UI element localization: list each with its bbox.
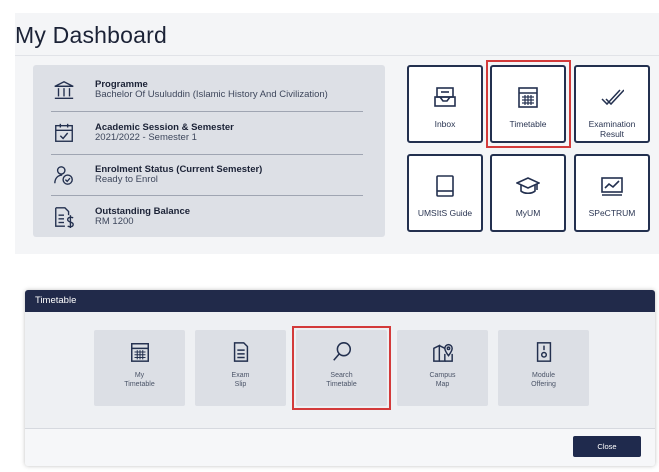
tile-label: UMSItS Guide bbox=[417, 208, 473, 218]
divider bbox=[51, 195, 363, 196]
modal-header: Timetable bbox=[25, 290, 655, 312]
tile-myum[interactable]: MyUM bbox=[490, 154, 566, 232]
info-value: 2021/2022 - Semester 1 bbox=[95, 132, 197, 143]
tile-label: Module Offering bbox=[531, 372, 556, 388]
module-icon bbox=[536, 342, 551, 362]
book-icon bbox=[436, 175, 454, 197]
invoice-dollar-icon bbox=[55, 207, 74, 228]
tile-exam-slip[interactable]: Exam Slip bbox=[195, 330, 286, 406]
divider bbox=[15, 55, 659, 56]
tile-examination-result[interactable]: Examination Result bbox=[574, 65, 650, 143]
checkmark-icon bbox=[601, 89, 624, 106]
chart-monitor-icon bbox=[601, 177, 623, 196]
info-value: RM 1200 bbox=[95, 216, 134, 227]
student-info-card: Programme Bachelor Of Usuluddin (Islamic… bbox=[33, 65, 385, 237]
tile-label: Campus Map bbox=[429, 372, 456, 388]
search-icon bbox=[332, 342, 351, 361]
info-enrolment-status: Enrolment Status (Current Semester) Read… bbox=[53, 162, 363, 198]
tile-search-timetable[interactable]: Search Timetable bbox=[296, 330, 387, 406]
inbox-icon bbox=[434, 87, 456, 107]
calendar-grid-icon bbox=[130, 343, 149, 362]
tile-timetable[interactable]: Timetable bbox=[490, 65, 566, 143]
tile-label: SPeCTRUM bbox=[588, 208, 636, 218]
tile-label: Timetable bbox=[509, 119, 547, 129]
tile-label: Inbox bbox=[434, 119, 456, 129]
tile-module-offering[interactable]: Module Offering bbox=[498, 330, 589, 406]
info-value: Ready to Enrol bbox=[95, 174, 158, 185]
info-value: Bachelor Of Usuluddin (Islamic History A… bbox=[95, 89, 328, 100]
divider bbox=[51, 111, 363, 112]
info-programme: Programme Bachelor Of Usuluddin (Islamic… bbox=[53, 77, 363, 113]
calendar-check-icon bbox=[55, 123, 73, 142]
tile-label: Search Timetable bbox=[326, 372, 357, 388]
info-academic-session: Academic Session & Semester 2021/2022 - … bbox=[53, 120, 363, 156]
page-title: My Dashboard bbox=[15, 22, 167, 48]
tile-label: My Timetable bbox=[124, 372, 155, 388]
tile-label: Exam Slip bbox=[231, 372, 250, 388]
tile-spectrum[interactable]: SPeCTRUM bbox=[574, 154, 650, 232]
document-icon bbox=[233, 342, 248, 362]
user-check-icon bbox=[54, 166, 73, 185]
tile-my-timetable[interactable]: My Timetable bbox=[94, 330, 185, 406]
building-icon bbox=[54, 80, 74, 99]
tile-label: Examination Result bbox=[588, 119, 636, 139]
tile-umsits-guide[interactable]: UMSItS Guide bbox=[407, 154, 483, 232]
divider bbox=[51, 154, 363, 155]
graduation-cap-icon bbox=[516, 177, 540, 195]
tile-campus-map[interactable]: Campus Map bbox=[397, 330, 488, 406]
tile-inbox[interactable]: Inbox bbox=[407, 65, 483, 143]
tile-label: MyUM bbox=[515, 208, 541, 218]
modal-title: Timetable bbox=[35, 295, 77, 306]
info-outstanding-balance: Outstanding Balance RM 1200 bbox=[53, 204, 363, 240]
close-button[interactable]: Close bbox=[573, 436, 641, 457]
timetable-modal: Timetable My Timetable Exam Slip Search … bbox=[25, 290, 655, 466]
modal-footer bbox=[25, 429, 655, 466]
dashboard-panel: My Dashboard Programme Bachelor Of Usulu… bbox=[15, 13, 659, 254]
map-pin-icon bbox=[432, 343, 453, 362]
calendar-grid-icon bbox=[518, 87, 538, 108]
